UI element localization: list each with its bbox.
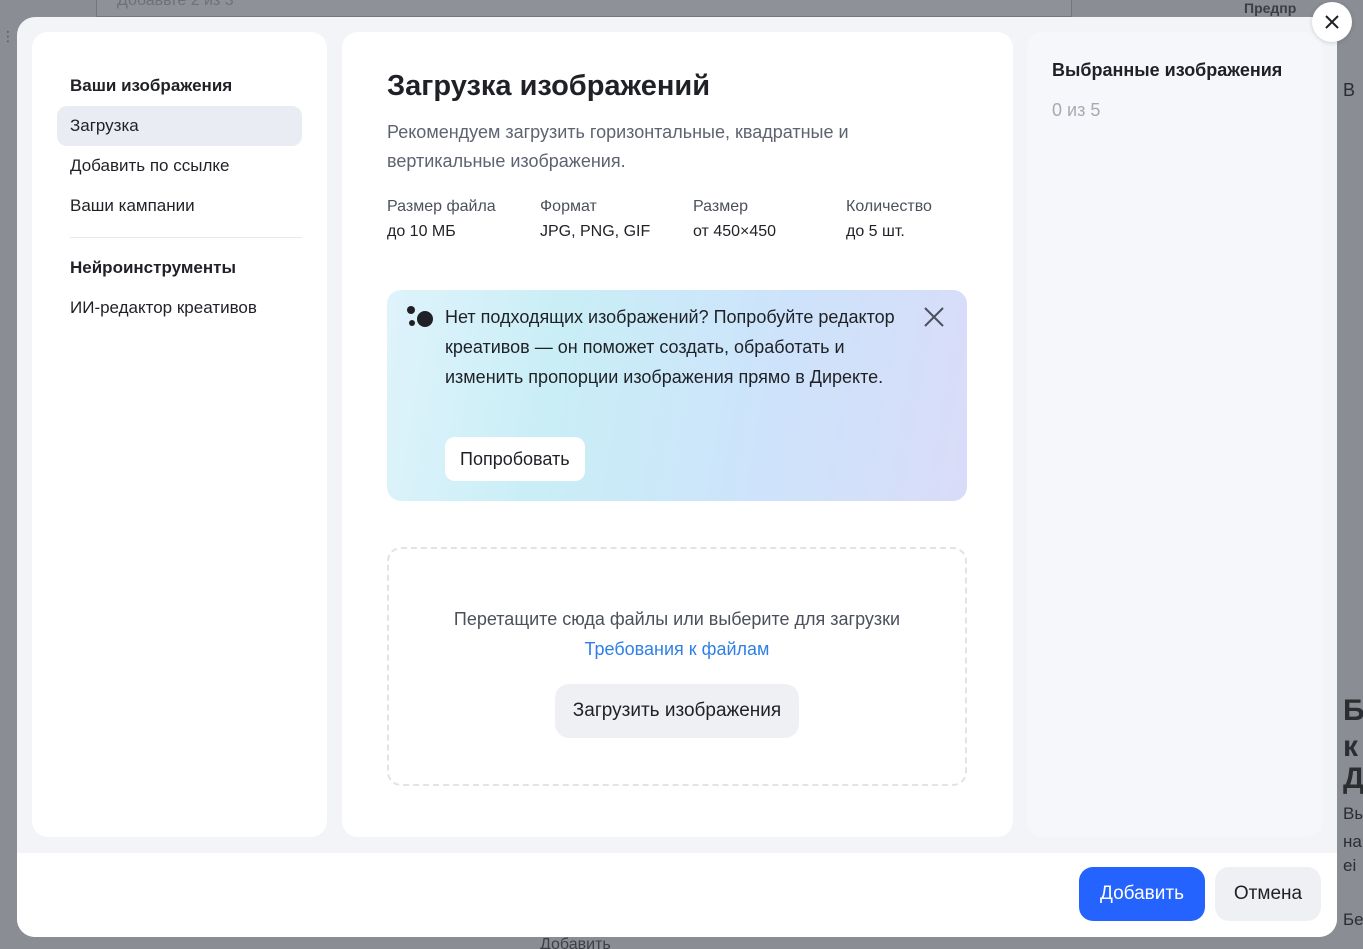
cancel-button[interactable]: Отмена: [1215, 867, 1321, 921]
spec-value: JPG, PNG, GIF: [540, 223, 651, 240]
try-editor-button[interactable]: Попробовать: [445, 437, 585, 481]
modal-close-button[interactable]: [1312, 2, 1352, 42]
file-dropzone[interactable]: Перетащите сюда файлы или выберите для з…: [387, 547, 967, 786]
spec-label: Количество: [846, 198, 932, 215]
sidebar-group-title: Ваши изображения: [70, 76, 233, 95]
sidebar: Ваши изображения Загрузка Добавить по сс…: [32, 32, 327, 837]
background-fragment: В: [1343, 80, 1356, 100]
close-icon: [1325, 15, 1339, 29]
upload-images-button[interactable]: Загрузить изображения: [554, 684, 800, 738]
alice-logo-icon: [407, 306, 433, 327]
background-fragment: на: [1343, 832, 1362, 851]
selected-images-title: Выбранные изображения: [1052, 60, 1283, 80]
page-subtitle: Рекомендуем загрузить горизонтальные, кв…: [387, 122, 849, 171]
spec-value: до 5 шт.: [846, 223, 905, 240]
background-bottom-text: Добавить: [540, 936, 611, 949]
promo-text: Нет подходящих изображений? Попробуйте р…: [445, 307, 895, 387]
background-fragment: Д: [1343, 762, 1363, 795]
sidebar-item-add-by-link[interactable]: Добавить по ссылке: [57, 146, 302, 186]
dropzone-text: Перетащите сюда файлы или выберите для з…: [453, 609, 901, 629]
background-input-text: Добавьте 2 из 3: [117, 0, 234, 9]
background-fragment: Бе: [1343, 910, 1363, 929]
image-upload-modal: Ваши изображения Загрузка Добавить по сс…: [17, 17, 1337, 937]
spec-format: Формат JPG, PNG, GIF: [540, 197, 693, 242]
sidebar-item-ai-editor[interactable]: ИИ-редактор креативов: [57, 288, 302, 328]
spec-quantity: Количество до 5 шт.: [846, 197, 999, 242]
spec-file-size: Размер файла до 10 МБ: [387, 197, 540, 242]
upload-panel: Загрузка изображений Рекомендуем загрузи…: [342, 32, 1013, 837]
sidebar-item-upload[interactable]: Загрузка: [57, 106, 302, 146]
background-tab: Предпр: [1244, 0, 1297, 16]
close-icon[interactable]: [923, 306, 945, 328]
selected-images-panel: Выбранные изображения 0 из 5: [1027, 32, 1322, 837]
modal-footer: Добавить Отмена: [17, 853, 1337, 937]
background-input: Добавьте 2 из 3: [96, 0, 1072, 17]
page-title: Загрузка изображений: [387, 70, 711, 102]
sidebar-divider: [70, 237, 302, 238]
selected-images-count: 0 из 5: [1052, 100, 1101, 120]
file-requirements-link[interactable]: Требования к файлам: [585, 634, 770, 664]
background-fragment: еі: [1343, 856, 1357, 875]
background-fragment: к: [1343, 730, 1359, 763]
file-specs: Размер файла до 10 МБ Формат JPG, PNG, G…: [387, 197, 999, 242]
creative-editor-promo: Нет подходящих изображений? Попробуйте р…: [387, 290, 967, 501]
spec-value: до 10 МБ: [387, 223, 456, 240]
sidebar-group-title: Нейроинструменты: [70, 258, 236, 277]
drag-handle-icon: ⋮: [1, 28, 15, 44]
spec-value: от 450×450: [693, 223, 777, 240]
spec-label: Размер файла: [387, 198, 496, 215]
add-button[interactable]: Добавить: [1079, 867, 1205, 921]
sidebar-item-campaigns[interactable]: Ваши кампании: [57, 186, 302, 226]
spec-label: Формат: [540, 198, 597, 215]
spec-dimensions: Размер от 450×450: [693, 197, 846, 242]
background-fragment: Б: [1343, 694, 1363, 727]
spec-label: Размер: [693, 198, 748, 215]
background-fragment: Вы: [1343, 804, 1363, 823]
